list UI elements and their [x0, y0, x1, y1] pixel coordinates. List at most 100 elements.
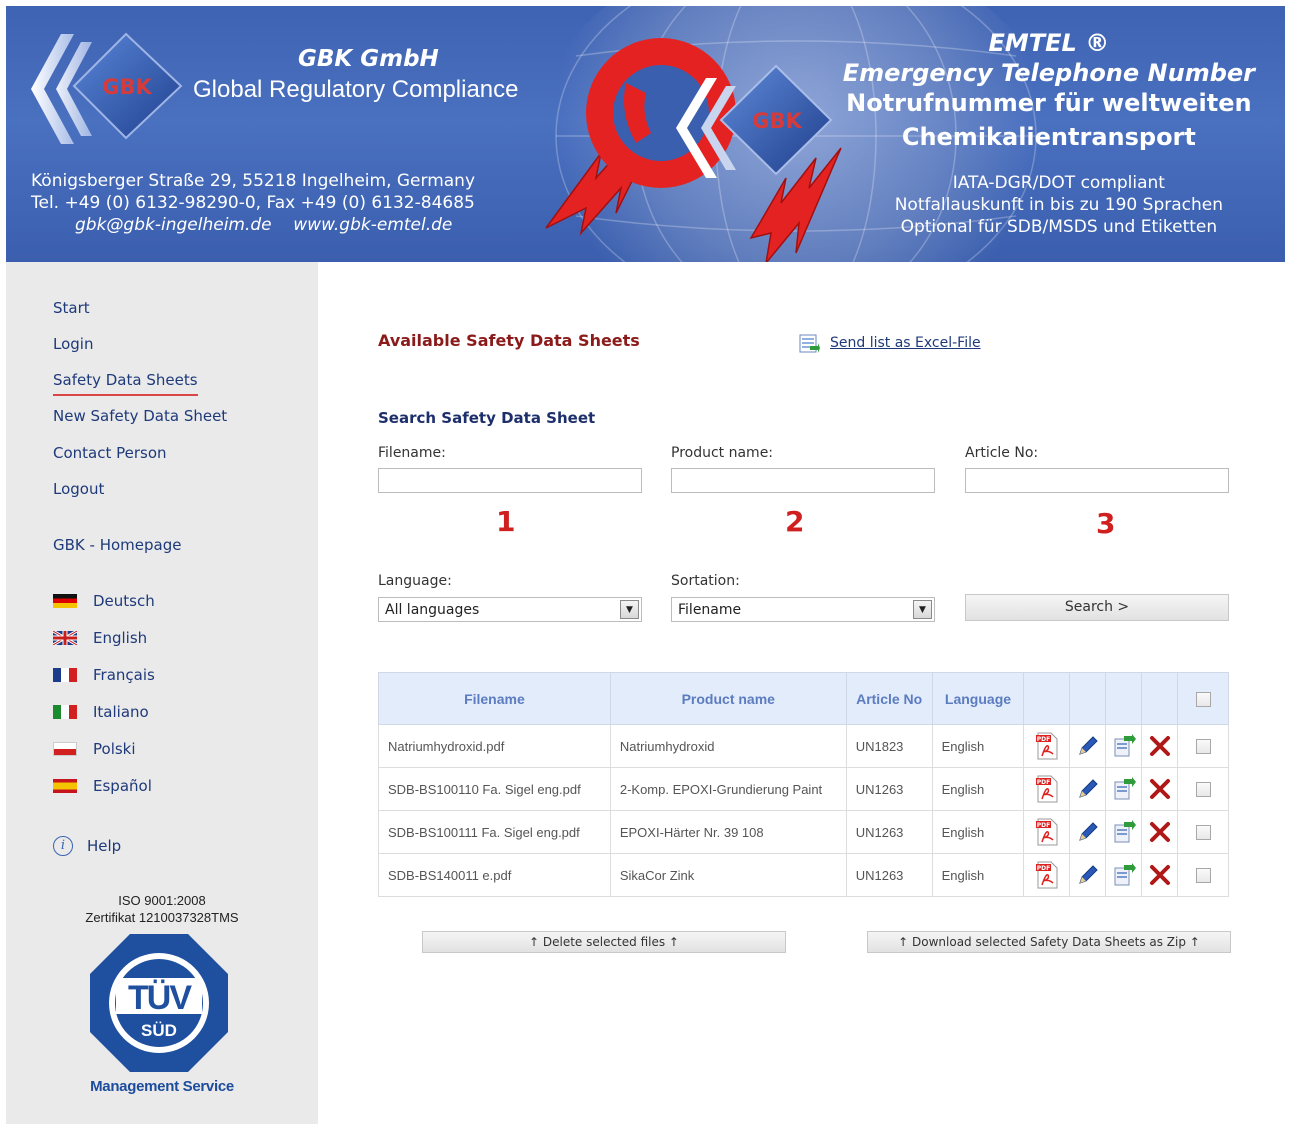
- management-service-label: Management Service: [90, 1078, 234, 1095]
- col-edit: [1069, 672, 1107, 725]
- col-language[interactable]: Language: [931, 672, 1025, 725]
- help-link[interactable]: i Help: [53, 836, 121, 856]
- table-row: SDB-BS140011 e.pdf SikaCor Zink UN1263 E…: [378, 853, 1229, 897]
- delete-selected-button[interactable]: ↑ Delete selected files ↑: [422, 931, 786, 953]
- main-content: Available Safety Data Sheets Send list a…: [318, 262, 1285, 1124]
- flag-de-icon: [53, 594, 77, 608]
- gbk-logo: GBK: [31, 32, 183, 144]
- svg-text:GBK: GBK: [752, 109, 802, 133]
- select-all-checkbox[interactable]: [1195, 691, 1211, 707]
- lang-italiano[interactable]: Italiano: [53, 703, 149, 721]
- cell-language: English: [931, 853, 1025, 897]
- col-product-name[interactable]: Product name: [609, 672, 847, 725]
- header-banner: GBK GBK GmbH Global Regulatory Complianc…: [6, 6, 1285, 262]
- sheet-icon[interactable]: [1112, 777, 1136, 801]
- nav-new-safety-data-sheet[interactable]: New Safety Data Sheet: [53, 407, 227, 425]
- lang-francais[interactable]: Français: [53, 666, 155, 684]
- delete-icon[interactable]: [1148, 820, 1172, 844]
- nav-login[interactable]: Login: [53, 335, 93, 353]
- lang-label: English: [93, 629, 148, 647]
- cell-article: UN1263: [845, 853, 933, 897]
- company-address: Königsberger Straße 29, 55218 Ingelheim,…: [31, 170, 475, 236]
- sheet-icon[interactable]: [1112, 820, 1136, 844]
- pencil-icon[interactable]: [1076, 820, 1100, 844]
- cell-delete: [1141, 767, 1179, 811]
- chevron-down-icon[interactable]: ▼: [620, 600, 639, 619]
- info-icon: i: [53, 836, 73, 856]
- iata-line-1: IATA-DGR/DOT compliant: [952, 173, 1165, 193]
- row-checkbox[interactable]: [1195, 868, 1211, 884]
- pdf-icon[interactable]: PDF: [1035, 818, 1059, 846]
- cell-edit: [1069, 724, 1107, 768]
- pencil-icon[interactable]: [1076, 777, 1100, 801]
- iso-certificate: ISO 9001:2008 Zertifikat 1210037328TMS: [6, 892, 318, 926]
- cell-sheet: [1105, 810, 1143, 854]
- filename-input[interactable]: [378, 468, 642, 493]
- col-filename[interactable]: Filename: [378, 672, 611, 725]
- pencil-icon[interactable]: [1076, 734, 1100, 758]
- delete-icon[interactable]: [1148, 777, 1172, 801]
- delete-icon[interactable]: [1148, 734, 1172, 758]
- svg-text:SÜD: SÜD: [141, 1021, 177, 1040]
- website-link[interactable]: www.gbk-emtel.de: [293, 215, 452, 235]
- cell-sheet: [1105, 767, 1143, 811]
- row-checkbox[interactable]: [1195, 739, 1211, 755]
- lang-label: Español: [93, 777, 152, 795]
- chevron-down-icon[interactable]: ▼: [913, 600, 932, 619]
- contact-line: gbk@gbk-ingelheim.de www.gbk-emtel.de: [31, 214, 475, 236]
- download-zip-button[interactable]: ↑ Download selected Safety Data Sheets a…: [867, 931, 1231, 953]
- pdf-icon[interactable]: PDF: [1035, 732, 1059, 760]
- cell-product: SikaCor Zink: [609, 853, 847, 897]
- nav-start[interactable]: Start: [53, 299, 90, 317]
- cell-edit: [1069, 853, 1107, 897]
- nav-safety-data-sheets[interactable]: Safety Data Sheets: [53, 371, 198, 396]
- lang-deutsch[interactable]: Deutsch: [53, 592, 155, 610]
- sheet-icon[interactable]: [1112, 863, 1136, 887]
- nav-contact-person[interactable]: Contact Person: [53, 444, 167, 462]
- flag-pl-icon: [53, 742, 77, 756]
- marker-1: 1: [496, 505, 516, 538]
- col-article-no[interactable]: Article No: [845, 672, 933, 725]
- language-label: Language:: [378, 573, 452, 589]
- pdf-icon[interactable]: PDF: [1035, 861, 1059, 889]
- sheet-icon[interactable]: [1112, 734, 1136, 758]
- search-button[interactable]: Search >: [965, 594, 1229, 621]
- lang-english[interactable]: English: [53, 629, 147, 647]
- sortation-label: Sortation:: [671, 573, 740, 589]
- sortation-select[interactable]: Filename ▼: [671, 597, 935, 622]
- language-select[interactable]: All languages ▼: [378, 597, 642, 622]
- pdf-icon[interactable]: PDF: [1035, 775, 1059, 803]
- delete-icon[interactable]: [1148, 863, 1172, 887]
- flag-fr-icon: [53, 668, 77, 682]
- nav-gbk-homepage[interactable]: GBK - Homepage: [53, 536, 181, 554]
- search-section-title: Search Safety Data Sheet: [378, 409, 596, 427]
- col-sheet: [1105, 672, 1143, 725]
- emtel-line-3: Notrufnummer für weltweiten: [846, 89, 1252, 117]
- row-checkbox[interactable]: [1195, 825, 1211, 841]
- pencil-icon[interactable]: [1076, 863, 1100, 887]
- cell-language: English: [931, 810, 1025, 854]
- emtel-phone-logo: GBK: [545, 38, 842, 262]
- safety-data-sheets-table: Filename Product name Article No Languag…: [378, 672, 1229, 897]
- send-excel-link[interactable]: Send list as Excel-File: [830, 335, 981, 351]
- table-header-row: Filename Product name Article No Languag…: [378, 672, 1229, 725]
- iata-info: IATA-DGR/DOT compliant Notfallauskunft i…: [895, 172, 1223, 238]
- excel-export[interactable]: Send list as Excel-File: [798, 332, 981, 354]
- product-name-input[interactable]: [671, 468, 935, 493]
- lang-polski[interactable]: Polski: [53, 740, 136, 758]
- table-row: SDB-BS100110 Fa. Sigel eng.pdf 2-Komp. E…: [378, 767, 1229, 811]
- col-delete: [1141, 672, 1179, 725]
- lang-label: Italiano: [93, 703, 149, 721]
- nav-logout[interactable]: Logout: [53, 480, 104, 498]
- sortation-select-value: Filename: [678, 601, 742, 618]
- article-no-input[interactable]: [965, 468, 1229, 493]
- email-link[interactable]: gbk@gbk-ingelheim.de: [75, 215, 272, 235]
- marker-2: 2: [785, 505, 805, 538]
- lang-espanol[interactable]: Español: [53, 777, 152, 795]
- article-no-label: Article No:: [965, 445, 1039, 461]
- flag-it-icon: [53, 705, 77, 719]
- sidebar: Start Login Safety Data Sheets New Safet…: [6, 262, 318, 1124]
- cell-delete: [1141, 724, 1179, 768]
- table-row: Natriumhydroxid.pdf Natriumhydroxid UN18…: [378, 724, 1229, 768]
- row-checkbox[interactable]: [1195, 782, 1211, 798]
